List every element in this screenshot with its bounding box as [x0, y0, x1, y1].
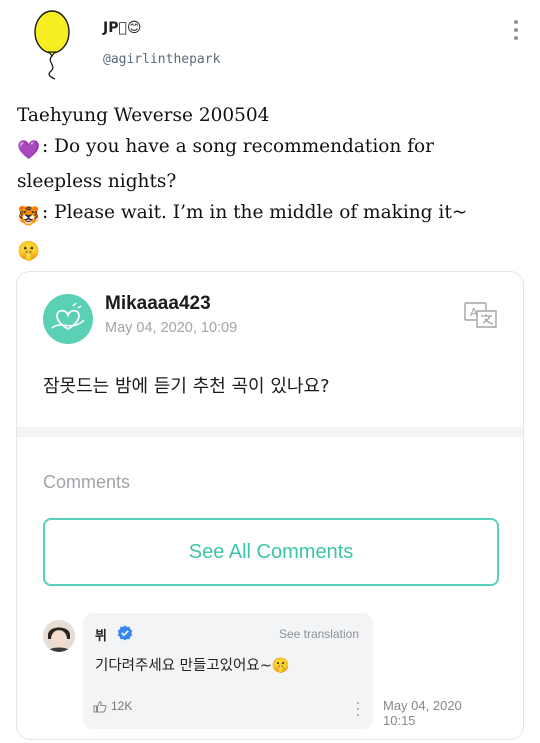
comment-bubble[interactable]: 뷔 See translation 기다려주세요 만들고있어요~🤫 12K [83, 613, 373, 729]
comments-heading: Comments [43, 472, 131, 492]
like-button[interactable]: 12K [93, 699, 132, 713]
comment-timestamp: May 04, 2020 10:15 [383, 698, 493, 728]
see-all-comments-button[interactable]: See All Comments [43, 518, 499, 586]
tweet-line-1: Taehyung Weverse 200504 [17, 105, 270, 126]
purple-heart-icon: 💜 [17, 140, 41, 161]
shushing-face-icon: 🤫 [17, 241, 41, 262]
see-translation-link[interactable]: See translation [279, 627, 359, 641]
author-avatar[interactable] [43, 294, 93, 344]
post-body: 잠못드는 밤에 듣기 추천 곡이 있나요? [43, 376, 330, 397]
commenter-avatar[interactable] [43, 620, 75, 652]
comment-more-icon[interactable] [357, 702, 361, 716]
commenter-name[interactable]: 뷔 [95, 625, 107, 644]
tweet-line-2: 💜: Do you have a song recommendation for [17, 131, 527, 166]
weverse-post-card[interactable]: Mikaaaa423 May 04, 2020, 10:09 A 잠못드는 밤에… [16, 271, 524, 740]
verified-badge-icon [117, 625, 133, 641]
thumbs-up-icon [93, 700, 107, 712]
tweet-line-3: sleepless nights? [17, 171, 177, 192]
tweet-line-2-text: : Do you have a song recommendation for [42, 136, 435, 157]
tweet-text: Taehyung Weverse 200504 💜: Do you have a… [17, 100, 527, 267]
tweet-line-4: 🐯: Please wait. I’m in the middle of mak… [17, 197, 527, 232]
more-options-icon[interactable] [512, 20, 520, 40]
comment-time: 10:15 [383, 713, 416, 728]
user-handle[interactable]: @agirlinthepark [103, 52, 220, 67]
heart-doodle-icon [51, 302, 85, 331]
tweet-line-4-text: : Please wait. I’m in the middle of maki… [42, 202, 468, 223]
display-name[interactable]: JP⃝😊 [103, 20, 141, 36]
comment-date: May 04, 2020 [383, 698, 462, 713]
tiger-face-icon: 🐯 [17, 206, 41, 227]
tweet-line-5: 🤫 [17, 232, 527, 267]
like-count: 12K [111, 699, 133, 713]
section-divider [17, 427, 523, 437]
post-date: May 04, 2020, 10:09 [105, 320, 238, 336]
person-photo-icon [43, 620, 75, 652]
balloon-avatar-icon[interactable] [30, 8, 74, 80]
comment-text: 기다려주세요 만들고있어요~🤫 [95, 658, 290, 674]
post-author[interactable]: Mikaaaa423 [105, 293, 211, 315]
translate-icon[interactable]: A [464, 302, 498, 328]
